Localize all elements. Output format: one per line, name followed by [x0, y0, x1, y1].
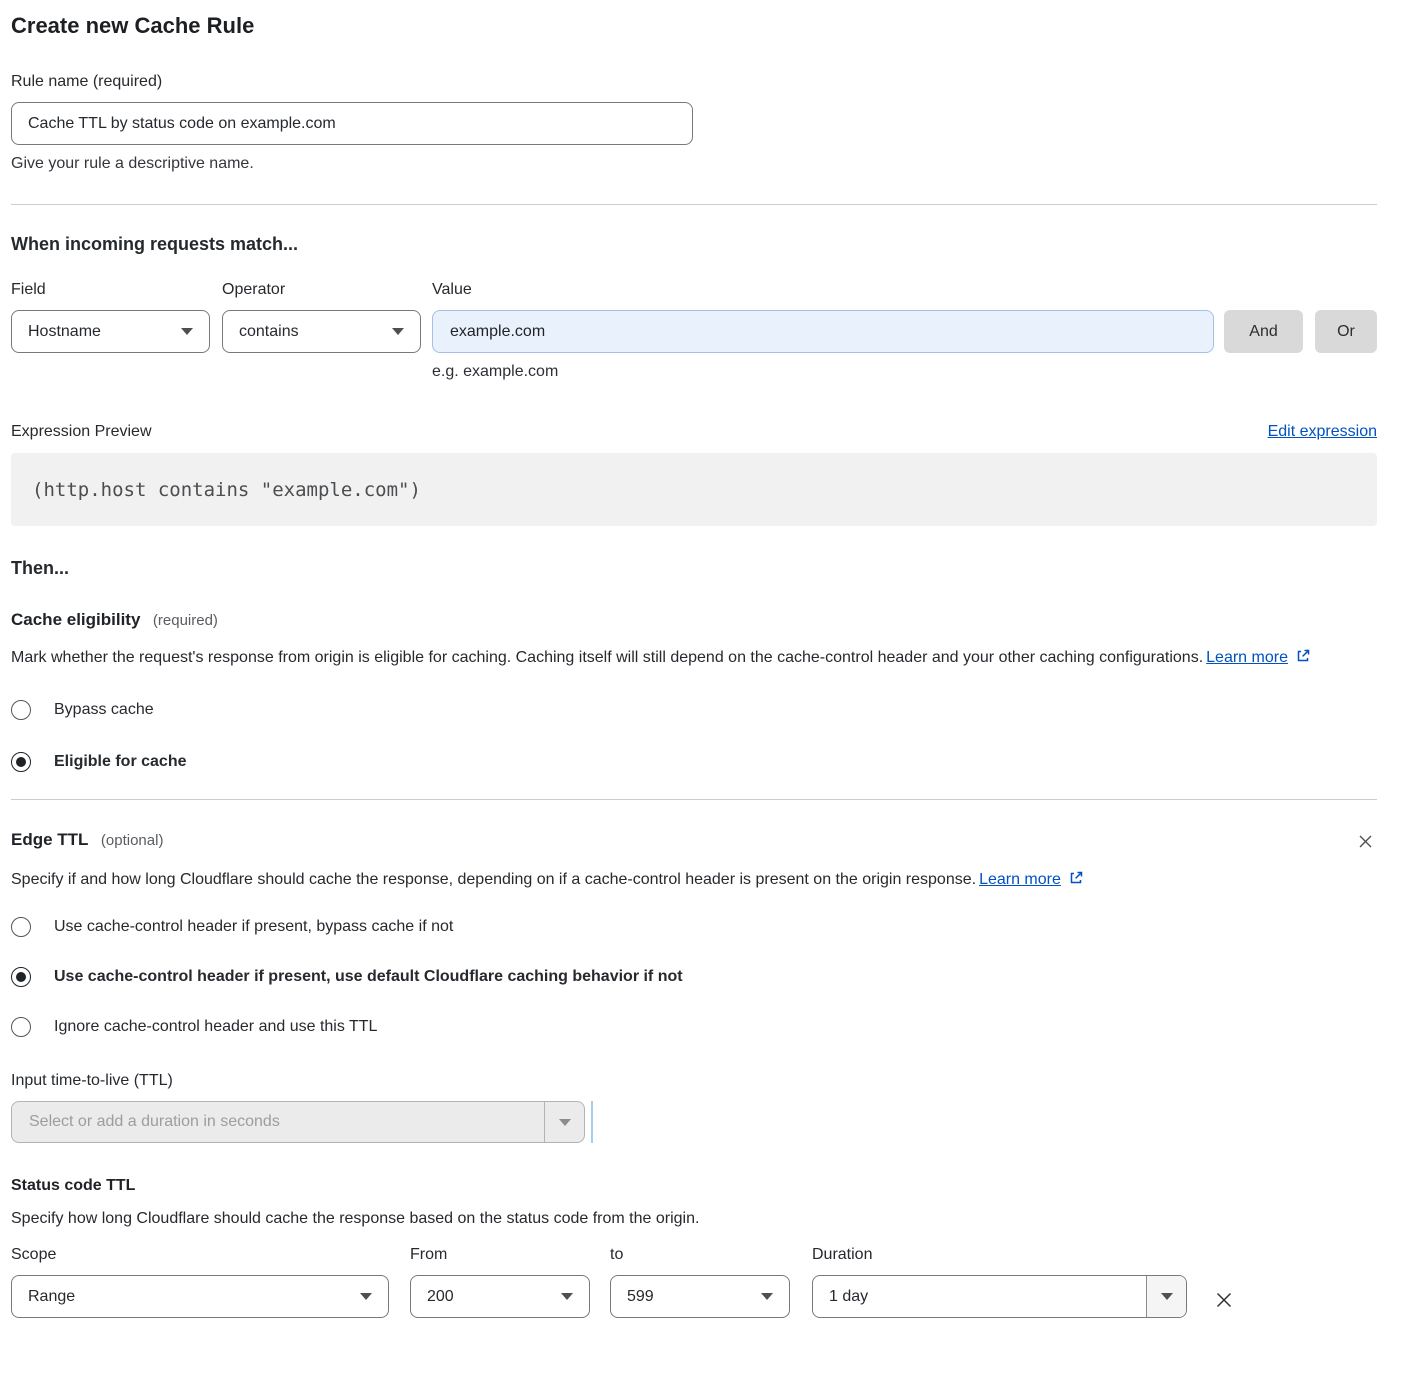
radio-icon[interactable]: [11, 752, 31, 772]
status-code-ttl-title: Status code TTL: [11, 1177, 1377, 1195]
operator-select[interactable]: contains: [222, 310, 421, 353]
ttl-select-row: Select or add a duration in seconds: [11, 1101, 1377, 1143]
rule-name-help: Give your rule a descriptive name.: [11, 153, 1377, 175]
external-link-icon: [1068, 870, 1084, 886]
from-select[interactable]: 200: [410, 1275, 590, 1318]
operator-select-value: contains: [239, 323, 299, 341]
radio-option-use-header-default[interactable]: Use cache-control header if present, use…: [11, 965, 1377, 989]
ttl-select-caret-box: [544, 1102, 584, 1142]
and-button[interactable]: And: [1224, 310, 1303, 353]
expression-preview-row: Expression Preview Edit expression: [11, 423, 1377, 441]
operator-group: Operator contains: [222, 278, 421, 353]
close-icon: [1213, 1289, 1235, 1311]
to-group: to 599: [610, 1243, 790, 1318]
scope-label: Scope: [11, 1243, 389, 1267]
learn-more-link[interactable]: Learn more: [979, 871, 1061, 888]
value-label: Value: [432, 278, 1214, 302]
rule-name-label: Rule name (required): [11, 70, 1377, 94]
rule-name-input[interactable]: [11, 102, 693, 145]
to-label: to: [610, 1243, 790, 1267]
ttl-duration-placeholder: Select or add a duration in seconds: [12, 1102, 544, 1142]
edge-ttl-title: Edge TTL: [11, 830, 88, 849]
cache-eligibility-description-text: Mark whether the request's response from…: [11, 649, 1203, 666]
to-select[interactable]: 599: [610, 1275, 790, 1318]
cache-eligibility-header: Cache eligibility (required): [11, 610, 1377, 630]
chevron-down-icon: [761, 1293, 773, 1300]
field-group: Field Hostname: [11, 278, 210, 353]
radio-label: Use cache-control header if present, use…: [54, 965, 683, 989]
scope-select-value: Range: [28, 1288, 75, 1306]
ttl-focus-cursor: [591, 1101, 593, 1143]
page-title: Create new Cache Rule: [11, 12, 1377, 40]
duration-group: Duration 1 day: [812, 1243, 1187, 1318]
chevron-down-icon: [181, 328, 193, 335]
chevron-down-icon: [1161, 1293, 1173, 1300]
chevron-down-icon: [561, 1293, 573, 1300]
cache-eligibility-description: Mark whether the request's response from…: [11, 644, 1377, 672]
radio-icon[interactable]: [11, 700, 31, 720]
then-heading: Then...: [11, 556, 1377, 580]
to-select-value: 599: [627, 1288, 654, 1306]
create-cache-rule-form: Create new Cache Rule Rule name (require…: [11, 0, 1377, 1318]
chevron-down-icon: [559, 1119, 571, 1126]
remove-edge-ttl-button[interactable]: [1354, 830, 1377, 856]
from-select-value: 200: [427, 1288, 454, 1306]
cache-eligibility-title: Cache eligibility: [11, 610, 140, 629]
radio-label: Eligible for cache: [54, 750, 186, 774]
ttl-input-label: Input time-to-live (TTL): [11, 1069, 1377, 1093]
radio-label: Bypass cache: [54, 698, 154, 722]
duration-select-value: 1 day: [813, 1276, 1146, 1317]
radio-option-use-header-bypass[interactable]: Use cache-control header if present, byp…: [11, 915, 1377, 939]
from-group: From 200: [410, 1243, 590, 1318]
duration-select[interactable]: 1 day: [812, 1275, 1187, 1318]
match-condition-row: Field Hostname Operator contains Value e…: [11, 278, 1377, 381]
or-button[interactable]: Or: [1315, 310, 1377, 353]
ttl-duration-select[interactable]: Select or add a duration in seconds: [11, 1101, 585, 1143]
field-select[interactable]: Hostname: [11, 310, 210, 353]
radio-icon[interactable]: [11, 967, 31, 987]
radio-icon[interactable]: [11, 1017, 31, 1037]
radio-option-bypass-cache[interactable]: Bypass cache: [11, 698, 1377, 722]
match-heading: When incoming requests match...: [11, 232, 1377, 256]
external-link-icon: [1295, 648, 1311, 664]
section-divider: [11, 799, 1377, 800]
edge-ttl-optional: (optional): [101, 832, 164, 849]
operator-label: Operator: [222, 278, 421, 302]
duration-label: Duration: [812, 1243, 1187, 1267]
field-label: Field: [11, 278, 210, 302]
close-icon: [1356, 832, 1375, 851]
cache-eligibility-required: (required): [153, 612, 218, 629]
duration-caret-box: [1146, 1276, 1186, 1317]
value-hint: e.g. example.com: [432, 363, 1214, 381]
remove-status-code-row-button[interactable]: [1211, 1287, 1237, 1316]
radio-option-eligible-for-cache[interactable]: Eligible for cache: [11, 750, 1377, 774]
scope-select[interactable]: Range: [11, 1275, 389, 1318]
radio-label: Ignore cache-control header and use this…: [54, 1015, 377, 1039]
radio-label: Use cache-control header if present, byp…: [54, 915, 453, 939]
learn-more-link[interactable]: Learn more: [1206, 649, 1288, 666]
scope-group: Scope Range: [11, 1243, 389, 1318]
edge-ttl-header: Edge TTL (optional): [11, 830, 1377, 856]
status-code-ttl-description: Specify how long Cloudflare should cache…: [11, 1207, 1377, 1231]
expression-preview-label: Expression Preview: [11, 423, 152, 441]
chevron-down-icon: [360, 1293, 372, 1300]
edit-expression-link[interactable]: Edit expression: [1268, 423, 1377, 441]
radio-option-ignore-header[interactable]: Ignore cache-control header and use this…: [11, 1015, 1377, 1039]
status-code-ttl-row: Scope Range From 200 to 599 Duration 1 d…: [11, 1243, 1377, 1318]
expression-code-box: (http.host contains "example.com"): [11, 453, 1377, 526]
field-select-value: Hostname: [28, 323, 101, 341]
expression-code: (http.host contains "example.com"): [32, 479, 421, 501]
edge-ttl-description: Specify if and how long Cloudflare shoul…: [11, 866, 1111, 894]
radio-icon[interactable]: [11, 917, 31, 937]
chevron-down-icon: [392, 328, 404, 335]
section-divider: [11, 204, 1377, 205]
value-group: Value e.g. example.com: [432, 278, 1214, 381]
edge-ttl-description-text: Specify if and how long Cloudflare shoul…: [11, 871, 976, 888]
value-input[interactable]: [432, 310, 1214, 353]
from-label: From: [410, 1243, 590, 1267]
